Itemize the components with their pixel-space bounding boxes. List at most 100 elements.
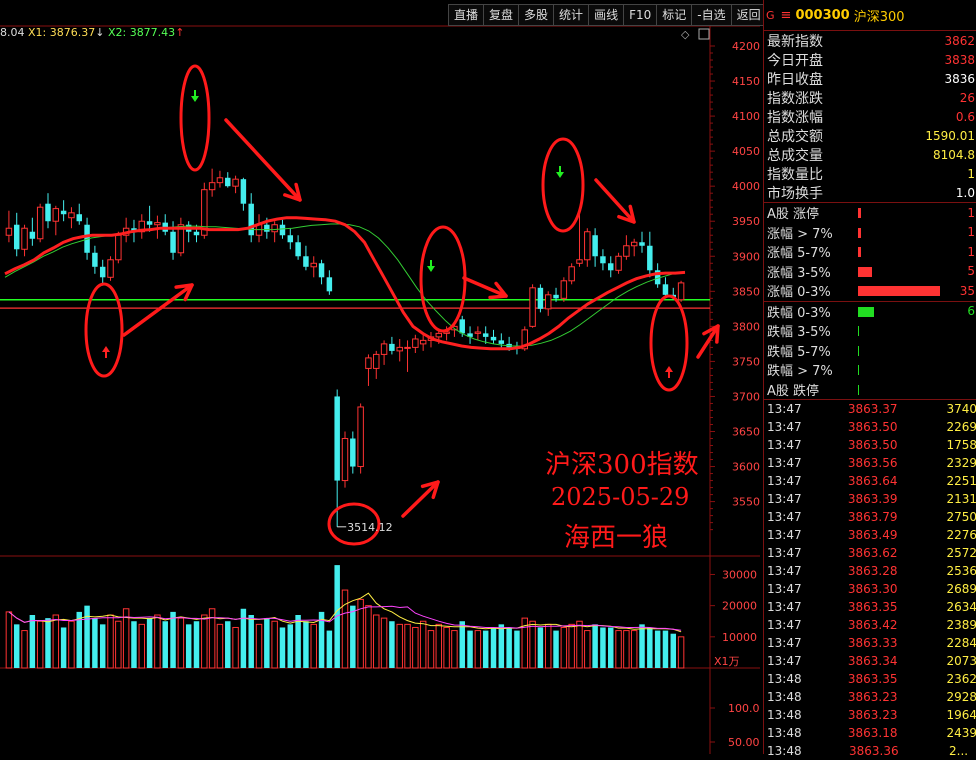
- volume-bar-25: [201, 614, 208, 669]
- price-tick-3600: 3600: [732, 461, 760, 474]
- stat-row-1: 今日开盘 3838: [764, 50, 976, 69]
- candle-79: [623, 235, 630, 260]
- volume-bar-65: [514, 630, 520, 668]
- tick-price: 3863.36: [849, 744, 899, 758]
- tick-row-9: 13:47 3863.28 2536: [764, 562, 976, 580]
- toolbar-button-1[interactable]: 复盘: [483, 4, 520, 26]
- candle-18: [146, 205, 153, 232]
- stat-value: 1: [967, 166, 975, 181]
- candle-86: [677, 280, 685, 302]
- toolbar-button-3[interactable]: 统计: [553, 4, 590, 26]
- volume-bar-19: [154, 614, 161, 669]
- index-code: 000300: [795, 7, 850, 23]
- tick-volume: 2439: [946, 726, 976, 740]
- toolbar-button-8[interactable]: 返回: [730, 4, 767, 26]
- candle-46: [365, 354, 372, 386]
- tick-time: 13:48: [767, 672, 802, 686]
- volume-bar-61: [482, 630, 489, 668]
- volume-bar-82: [647, 627, 653, 668]
- tick-row-8: 13:47 3863.62 2572: [764, 544, 976, 562]
- volume-bar-78: [615, 630, 622, 669]
- breadth-up-list: A股 涨停 1 涨幅 > 7% 1 涨幅 5-7% 1 涨幅 3-5% 5 涨幅 0-3% 35: [764, 202, 976, 301]
- candle-81: [639, 231, 645, 253]
- breadth-down-bar: [858, 326, 859, 336]
- tick-volume: 2329: [946, 456, 976, 470]
- tick-time: 13:47: [767, 438, 802, 452]
- candle-2: [21, 224, 28, 257]
- tick-price: 3863.23: [847, 690, 898, 704]
- tick-price: 3863.50: [847, 420, 898, 434]
- tick-row-16: 13:48 3863.23 2928: [764, 688, 976, 706]
- toolbar-button-0[interactable]: 直播: [448, 4, 485, 26]
- breadth-up-count: 1: [967, 244, 975, 259]
- candle-82: [647, 231, 653, 278]
- tick-price: 3863.39: [847, 492, 898, 506]
- breadth-down-row-0: 跌幅 0-3% 6: [764, 302, 976, 322]
- diamond-icon[interactable]: ◇: [681, 28, 690, 41]
- toolbar-button-4[interactable]: 画线: [588, 4, 625, 26]
- settings-icon[interactable]: [698, 28, 710, 40]
- candle-34: [271, 221, 278, 243]
- volume-bar-85: [670, 633, 677, 668]
- tick-volume: 2389: [946, 618, 976, 632]
- tick-row-7: 13:47 3863.49 2276: [764, 526, 976, 544]
- toolbar-button-5[interactable]: F10: [623, 4, 658, 26]
- tick-list: 13:47 3863.37 3740 13:47 3863.50 2269 13:47 386…: [764, 399, 976, 760]
- tick-volume: 2073: [946, 654, 976, 668]
- candle-78: [615, 252, 622, 274]
- stat-row-8: 市场换手 1.0: [764, 183, 976, 202]
- candle-11: [92, 245, 98, 274]
- stats-list: 最新指数 3862 今日开盘 3838 昨日收盘 3836 指数涨跌 26 指数涨幅 0.6 总成交…: [764, 31, 976, 202]
- volume-bar-81: [639, 624, 645, 668]
- tick-price: 3863.49: [847, 528, 898, 542]
- breadth-down-row-4: A股 跌停: [764, 380, 976, 400]
- stat-label: 指数量比: [767, 166, 823, 183]
- candle-77: [608, 256, 614, 278]
- ma-x2-label: X2: 3877.43: [107, 26, 176, 39]
- tick-row-19: 13:48 3863.36 2...: [764, 742, 976, 760]
- toolbar-button-6[interactable]: 标记: [656, 4, 693, 26]
- stat-row-4: 指数涨幅 0.6: [764, 107, 976, 126]
- candle-31: [248, 193, 254, 243]
- grid: [0, 25, 760, 754]
- volume-bar-52: [412, 626, 419, 669]
- breadth-down-bar: [858, 306, 874, 317]
- tick-time: 13:47: [767, 492, 802, 506]
- menu-icon[interactable]: ≡: [781, 8, 792, 23]
- volume-bar-20: [162, 621, 168, 668]
- toolbar-button-2[interactable]: 多股: [518, 4, 555, 26]
- kline-chart[interactable]: 4200 4150 4100 4050 4000 3950 3900 3850 3800 3750…: [0, 0, 760, 754]
- breadth-down-bar: [858, 345, 859, 356]
- volume-bar-31: [248, 615, 254, 668]
- breadth-up-count: 35: [959, 283, 975, 298]
- breadth-up-label: A股 涨停: [767, 207, 820, 223]
- price-axis: 4200 4150 4100 4050 4000 3950 3900 3850 3800 3750…: [710, 40, 760, 531]
- volume-bar-3: [29, 615, 36, 668]
- tick-time: 13:47: [767, 456, 802, 470]
- volume-bar-12: [99, 624, 106, 668]
- breadth-down-label: A股 跌停: [767, 383, 820, 399]
- circle-peak-1: [179, 64, 211, 172]
- tick-price: 3863.62: [847, 546, 898, 560]
- ma-legend: 8.04 X1: 3876.37↓ X2: 3877.43↑: [0, 26, 184, 39]
- volume-bar-22: [177, 617, 185, 669]
- volume-bar-86: [677, 636, 685, 669]
- breadth-down-bar: [858, 365, 859, 375]
- tick-row-18: 13:48 3863.18 2439: [764, 724, 976, 742]
- stat-row-2: 昨日收盘 3836: [764, 69, 976, 88]
- tick-time: 13:47: [767, 618, 802, 632]
- volume-bar-60: [474, 630, 482, 669]
- tick-time: 13:47: [767, 546, 802, 560]
- stat-value: 3838: [944, 52, 975, 67]
- circle-bottom-1: [84, 282, 124, 378]
- stat-value: 1590.01: [925, 128, 975, 143]
- volume-bar-18: [146, 618, 153, 668]
- volume-bar-35: [279, 627, 286, 668]
- toolbar-button-7[interactable]: -自选: [691, 4, 732, 26]
- volume-bar-75: [592, 624, 598, 668]
- tick-volume: 3740: [946, 402, 976, 416]
- volume-bar-8: [68, 620, 75, 669]
- tick-row-17: 13:48 3863.23 1964: [764, 706, 976, 724]
- price-tick-3950: 3950: [732, 215, 760, 228]
- breadth-up-count: 5: [967, 264, 975, 279]
